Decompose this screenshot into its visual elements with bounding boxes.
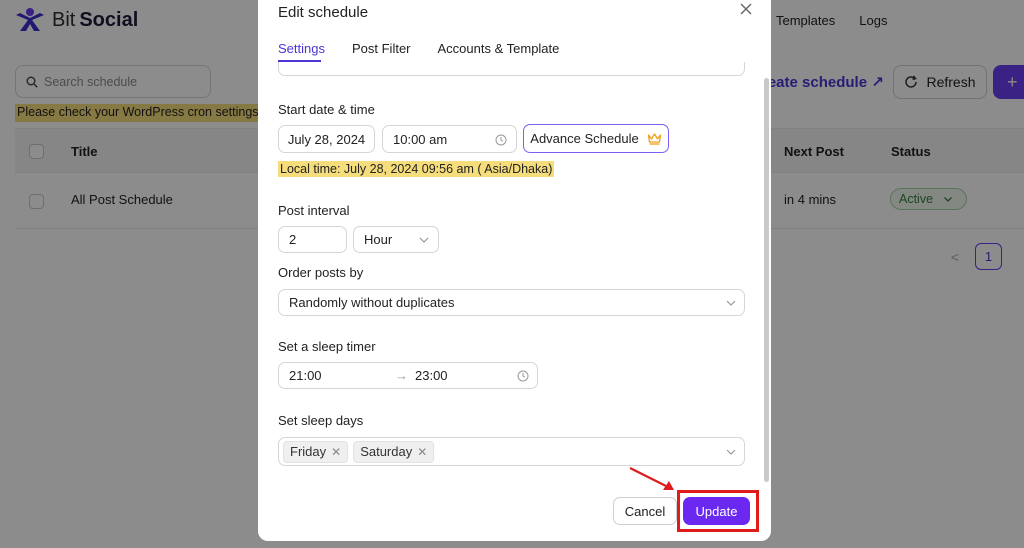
start-date-label: Start date & time bbox=[278, 102, 375, 117]
tag-label: Friday bbox=[290, 444, 327, 459]
sleep-timer-label: Set a sleep timer bbox=[278, 339, 376, 354]
order-posts-select[interactable]: Randomly without duplicates bbox=[278, 289, 745, 316]
modal-tabs: Settings Post Filter Accounts & Template bbox=[278, 41, 559, 56]
scrollbar-thumb[interactable] bbox=[764, 78, 769, 482]
close-icon[interactable] bbox=[737, 0, 755, 18]
clock-icon bbox=[517, 370, 529, 382]
modal-title: Edit schedule bbox=[278, 4, 369, 21]
post-interval-input[interactable]: 2 bbox=[278, 226, 347, 253]
post-interval-label: Post interval bbox=[278, 203, 350, 218]
sleep-day-tag: Friday ✕ bbox=[283, 440, 349, 463]
sleep-days-label: Set sleep days bbox=[278, 413, 364, 428]
annotation-highlight-box bbox=[677, 490, 759, 532]
interval-unit-select[interactable]: Hour bbox=[353, 226, 439, 253]
tag-label: Saturday bbox=[360, 444, 413, 459]
cancel-button[interactable]: Cancel bbox=[613, 497, 677, 525]
advance-schedule-button[interactable]: Advance Schedule bbox=[523, 124, 669, 153]
annotation-arrow-icon bbox=[629, 467, 674, 490]
edit-schedule-modal: Edit schedule Settings Post Filter Accou… bbox=[258, 0, 771, 541]
schedule-name-field[interactable] bbox=[278, 62, 745, 76]
sleep-timer-range[interactable]: 21:00 → 23:00 bbox=[278, 362, 538, 389]
chevron-down-icon bbox=[726, 300, 736, 306]
sleep-timer-from[interactable]: 21:00 bbox=[289, 368, 322, 383]
tab-post-filter[interactable]: Post Filter bbox=[352, 41, 411, 56]
tab-settings[interactable]: Settings bbox=[278, 41, 325, 56]
start-time-picker[interactable]: 10:00 am bbox=[382, 125, 517, 153]
sleep-days-select[interactable]: Friday ✕ Saturday ✕ bbox=[278, 437, 745, 466]
settings-form: Start date & time July 28, 2024 10:00 am… bbox=[258, 62, 763, 474]
local-time-note: Local time: July 28, 2024 09:56 am ( Asi… bbox=[278, 161, 555, 177]
clock-icon bbox=[495, 134, 507, 146]
interval-unit-value: Hour bbox=[364, 232, 393, 247]
order-posts-label: Order posts by bbox=[278, 265, 364, 280]
range-arrow-icon: → bbox=[395, 368, 408, 383]
advance-schedule-label: Advance Schedule bbox=[530, 131, 639, 146]
chevron-down-icon bbox=[726, 449, 736, 455]
tab-accounts-template[interactable]: Accounts & Template bbox=[438, 41, 560, 56]
start-date-value: July 28, 2024 bbox=[287, 131, 366, 147]
order-posts-value: Randomly without duplicates bbox=[289, 295, 455, 310]
sleep-timer-to[interactable]: 23:00 bbox=[415, 368, 448, 383]
remove-tag-icon[interactable]: ✕ bbox=[331, 445, 341, 459]
start-time-value: 10:00 am bbox=[393, 131, 448, 147]
chevron-down-icon bbox=[419, 237, 429, 243]
start-date-picker[interactable]: July 28, 2024 bbox=[278, 125, 375, 153]
post-interval-value: 2 bbox=[289, 232, 297, 247]
remove-tag-icon[interactable]: ✕ bbox=[417, 445, 427, 459]
sleep-day-tag: Saturday ✕ bbox=[353, 440, 435, 463]
crown-icon bbox=[647, 133, 661, 145]
